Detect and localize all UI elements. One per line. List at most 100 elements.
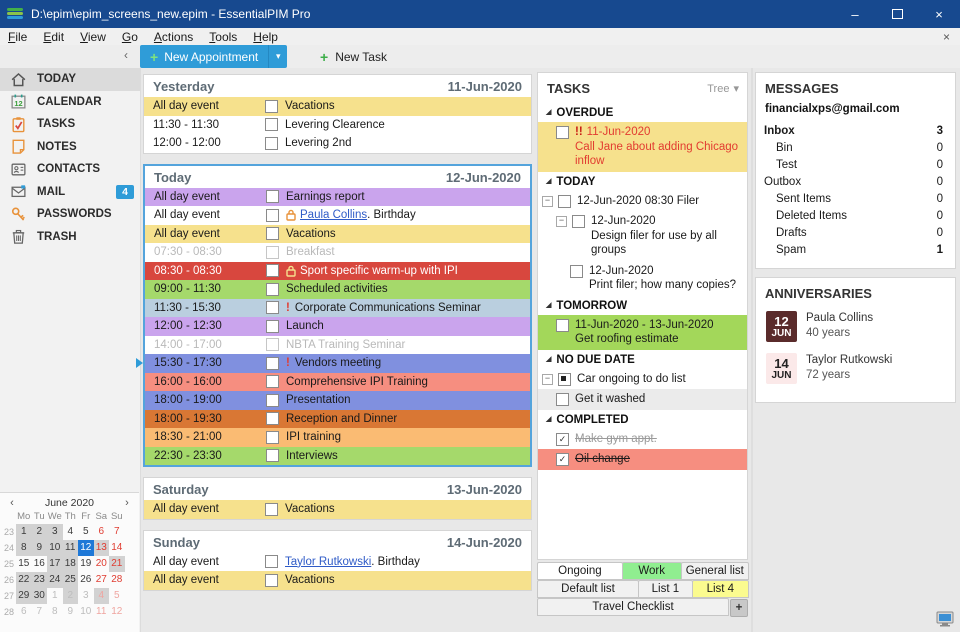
mini-calendar-day[interactable]: 2 bbox=[31, 524, 47, 540]
event-row[interactable]: 12:00 - 12:30 Launch bbox=[145, 317, 530, 336]
event-row[interactable]: 22:30 - 23:30 Interviews bbox=[145, 446, 530, 465]
event-row[interactable]: All day event Paula Collins. Birthday bbox=[145, 206, 530, 225]
task-section-overdue[interactable]: ◢ OVERDUE bbox=[538, 103, 747, 122]
event-row[interactable]: 16:00 - 16:00 Comprehensive IPI Training bbox=[145, 372, 530, 391]
event-checkbox[interactable] bbox=[265, 555, 278, 569]
event-checkbox[interactable] bbox=[266, 190, 279, 204]
mini-calendar-day[interactable]: 22 bbox=[16, 572, 32, 588]
task-list-tab-travel-checklist[interactable]: Travel Checklist bbox=[537, 598, 729, 616]
menu-edit[interactable]: Edit bbox=[35, 30, 72, 44]
menubar-close-icon[interactable]: × bbox=[933, 30, 960, 44]
event-checkbox[interactable] bbox=[266, 412, 279, 426]
task-list-tab-general-list[interactable]: General list bbox=[680, 562, 749, 580]
event-row[interactable]: All day event Vacations bbox=[144, 97, 531, 116]
event-checkbox[interactable] bbox=[265, 573, 278, 587]
mini-calendar-day[interactable]: 3 bbox=[47, 524, 63, 540]
menu-actions[interactable]: Actions bbox=[146, 30, 201, 44]
mini-calendar-day[interactable]: 2 bbox=[62, 588, 78, 604]
sidebar-item-tasks[interactable]: TASKS bbox=[0, 113, 140, 136]
menu-tools[interactable]: Tools bbox=[201, 30, 245, 44]
event-row[interactable]: 11:30 - 11:30 Levering Clearence bbox=[144, 115, 531, 134]
task-checkbox[interactable] bbox=[556, 318, 569, 332]
task-checkbox[interactable] bbox=[558, 194, 571, 208]
mini-calendar-day[interactable]: 9 bbox=[63, 604, 79, 620]
event-row[interactable]: 08:30 - 08:30 Sport specific warm-up with… bbox=[145, 261, 530, 280]
sidebar-item-passwords[interactable]: PASSWORDS bbox=[0, 203, 140, 226]
task-checkbox[interactable]: ✓ bbox=[556, 432, 569, 446]
task-checkbox[interactable]: ✓ bbox=[556, 453, 569, 466]
task-checkbox[interactable] bbox=[558, 372, 571, 386]
menu-view[interactable]: View bbox=[72, 30, 114, 44]
mini-calendar-day[interactable]: 21 bbox=[109, 556, 125, 572]
sidebar-item-trash[interactable]: TRASH bbox=[0, 226, 140, 249]
mini-calendar-day[interactable]: 14 bbox=[109, 540, 125, 556]
task-item[interactable]: ✓ Oil change bbox=[538, 449, 747, 470]
event-row[interactable]: 18:30 - 21:00 IPI training bbox=[145, 428, 530, 447]
mini-calendar-day[interactable]: 15 bbox=[16, 556, 32, 572]
event-checkbox[interactable] bbox=[266, 375, 279, 389]
mini-calendar-day[interactable]: 26 bbox=[78, 572, 94, 588]
maximize-button[interactable] bbox=[876, 0, 918, 28]
mini-calendar-day[interactable]: 4 bbox=[93, 588, 109, 604]
mini-calendar-day[interactable]: 5 bbox=[109, 588, 125, 604]
task-list-tab-ongoing[interactable]: Ongoing bbox=[537, 562, 623, 580]
event-row[interactable]: 18:00 - 19:00 Presentation bbox=[145, 391, 530, 410]
sidebar-item-mail[interactable]: MAIL 4 bbox=[0, 181, 140, 204]
task-section-no-due-date[interactable]: ◢ NO DUE DATE bbox=[538, 350, 747, 369]
anniversary-entry[interactable]: 12 JUN Paula Collins 40 years bbox=[756, 308, 955, 350]
mini-calendar-day[interactable]: 10 bbox=[78, 604, 94, 620]
task-item[interactable]: 12-Jun-2020 Print filer; how many copies? bbox=[538, 261, 747, 296]
task-item[interactable]: − 12-Jun-2020 08:30 Filer bbox=[538, 191, 747, 212]
mini-calendar-day[interactable]: 12 bbox=[109, 604, 125, 620]
event-row[interactable]: 07:30 - 08:30 Breakfast bbox=[145, 243, 530, 262]
event-checkbox[interactable] bbox=[266, 338, 279, 352]
event-row[interactable]: 14:00 - 17:00 NBTA Training Seminar bbox=[145, 335, 530, 354]
mail-folder-deleted-items[interactable]: Deleted Items 0 bbox=[756, 207, 955, 224]
mail-account[interactable]: financialxps@gmail.com bbox=[756, 103, 955, 122]
task-section-today[interactable]: ◢ TODAY bbox=[538, 172, 747, 191]
mini-calendar-day[interactable]: 30 bbox=[31, 588, 47, 604]
event-checkbox[interactable] bbox=[265, 502, 278, 516]
event-checkbox[interactable] bbox=[266, 449, 279, 463]
close-button[interactable]: × bbox=[918, 0, 960, 28]
event-checkbox[interactable] bbox=[266, 208, 279, 222]
event-checkbox[interactable] bbox=[266, 301, 279, 315]
task-item[interactable]: Get it washed bbox=[538, 389, 747, 410]
sync-monitor-icon[interactable] bbox=[935, 610, 955, 628]
new-appointment-button[interactable]: + New Appointment ▾ bbox=[140, 45, 288, 68]
task-checkbox[interactable] bbox=[572, 215, 585, 228]
task-item[interactable]: − 12-Jun-2020 Design filer for use by all … bbox=[538, 211, 747, 261]
tree-expander-icon[interactable]: − bbox=[556, 216, 567, 227]
mini-calendar-day[interactable]: 28 bbox=[109, 572, 125, 588]
mini-calendar-day[interactable]: 7 bbox=[32, 604, 48, 620]
mini-calendar-day[interactable]: 20 bbox=[94, 556, 110, 572]
event-row[interactable]: 18:00 - 19:30 Reception and Dinner bbox=[145, 409, 530, 428]
event-checkbox[interactable] bbox=[266, 319, 279, 333]
contact-link[interactable]: Taylor Rutkowski bbox=[285, 556, 371, 568]
task-item[interactable]: !! 11-Jun-2020 Call Jane about adding Chic… bbox=[538, 122, 747, 172]
mini-calendar-day[interactable]: 19 bbox=[78, 556, 94, 572]
task-list-tab-work[interactable]: Work bbox=[621, 562, 682, 580]
mail-folder-bin[interactable]: Bin 0 bbox=[756, 139, 955, 156]
task-list-tab-default-list[interactable]: Default list bbox=[537, 580, 640, 598]
sidebar-item-today[interactable]: TODAY bbox=[0, 68, 140, 91]
mail-folder-spam[interactable]: Spam 1 bbox=[756, 241, 955, 258]
event-checkbox[interactable] bbox=[266, 393, 279, 407]
tree-expander-icon[interactable]: − bbox=[542, 373, 553, 385]
mini-calendar-day[interactable]: 10 bbox=[47, 540, 63, 556]
mini-calendar-day[interactable]: 1 bbox=[16, 524, 32, 540]
mini-calendar-day[interactable]: 11 bbox=[62, 540, 78, 556]
sidebar-item-contacts[interactable]: CONTACTS bbox=[0, 158, 140, 181]
event-checkbox[interactable] bbox=[265, 118, 278, 132]
task-section-completed[interactable]: ◢ COMPLETED bbox=[538, 410, 747, 429]
event-row[interactable]: All day event Vacations bbox=[144, 571, 531, 590]
anniversary-entry[interactable]: 14 JUN Taylor Rutkowski 72 years bbox=[756, 350, 955, 392]
mini-calendar-day[interactable]: 7 bbox=[109, 524, 125, 540]
mini-calendar-day[interactable]: 27 bbox=[94, 572, 110, 588]
mini-calendar-day[interactable]: 11 bbox=[94, 604, 110, 620]
task-item[interactable]: 11-Jun-2020 - 13-Jun-2020 Get roofing est… bbox=[538, 314, 747, 350]
mini-calendar-day[interactable]: 18 bbox=[62, 556, 78, 572]
new-appointment-dropdown[interactable]: ▾ bbox=[268, 45, 287, 68]
mini-calendar-day[interactable]: 12 bbox=[78, 540, 94, 556]
minimize-button[interactable]: – bbox=[834, 0, 876, 28]
